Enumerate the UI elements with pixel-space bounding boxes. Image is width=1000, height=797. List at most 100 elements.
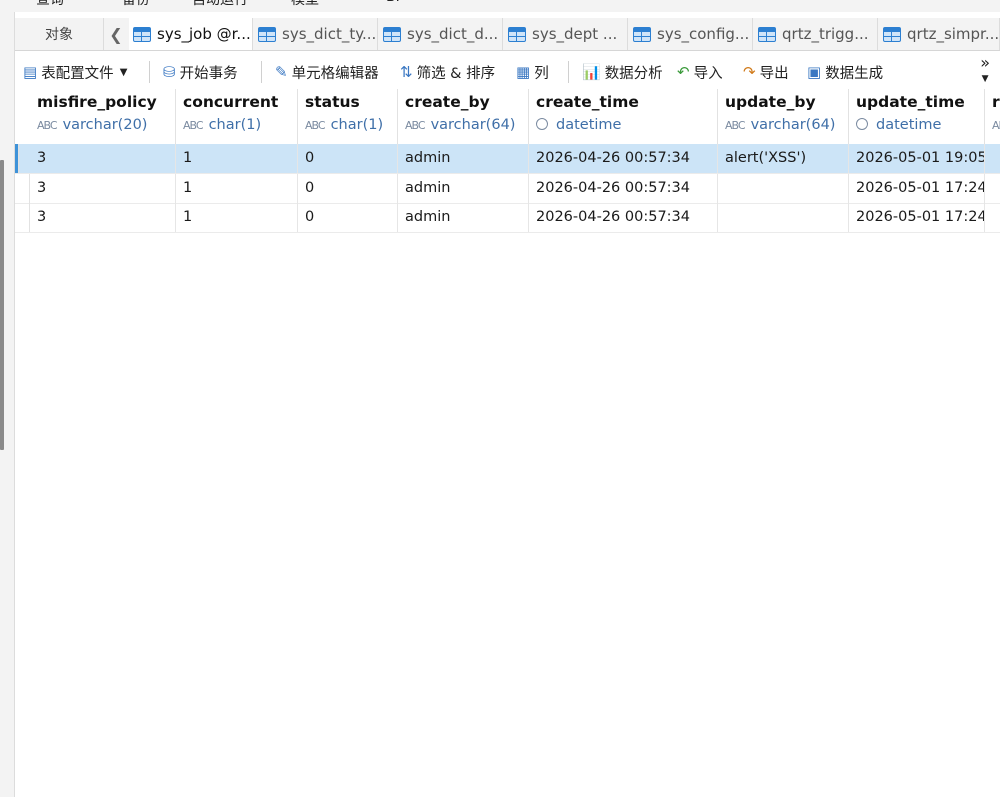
- cell-concurrent[interactable]: 1: [176, 174, 298, 203]
- table-icon: [508, 26, 526, 42]
- tab-qrtz-triggers[interactable]: qrtz_trigg...: [754, 18, 878, 50]
- table-row[interactable]: 3 1 0 admin 2026-04-26 00:57:34 alert('X…: [15, 144, 1000, 174]
- text-type-icon: ABC: [183, 119, 204, 132]
- column-header-concurrent[interactable]: concurrent ABC char(1): [176, 89, 298, 144]
- tab-scroll-left-icon[interactable]: ❮: [105, 18, 127, 50]
- cell-status[interactable]: 0: [298, 174, 398, 203]
- left-scrollbar[interactable]: [0, 160, 4, 450]
- cell-status[interactable]: 0: [298, 144, 398, 173]
- tab-label: sys_dict_d...: [407, 25, 499, 43]
- cell-create-by[interactable]: admin: [398, 144, 529, 173]
- menu-model[interactable]: 模型: [291, 0, 319, 9]
- cell-update-time[interactable]: 2026-05-01 17:24: [849, 174, 985, 203]
- tab-objects[interactable]: 对象: [15, 18, 104, 50]
- tab-sys-dept[interactable]: sys_dept ...: [504, 18, 628, 50]
- left-gutter: [0, 12, 15, 797]
- cell-remark[interactable]: [985, 203, 1000, 232]
- cell-create-time[interactable]: 2026-04-26 00:57:34: [529, 174, 718, 203]
- table-icon: [758, 26, 776, 42]
- column-header-update-by[interactable]: update_by ABC varchar(64): [718, 89, 849, 144]
- export-button[interactable]: ↷ 导出: [743, 55, 789, 89]
- cell-editor-button[interactable]: ✎ 单元格编辑器: [275, 55, 379, 89]
- table-row[interactable]: 3 1 0 admin 2026-04-26 00:57:34 2026-05-…: [15, 174, 1000, 204]
- tab-sys-job[interactable]: sys_job @r...: [129, 18, 253, 50]
- data-analysis-button[interactable]: 📊 数据分析: [582, 55, 663, 89]
- text-type-icon: ABC: [405, 119, 426, 132]
- chevron-down-icon: ▼: [119, 66, 128, 78]
- table-icon: [883, 26, 901, 42]
- cell-status[interactable]: 0: [298, 203, 398, 232]
- import-icon: ↶: [677, 63, 690, 81]
- clock-icon: [536, 118, 548, 130]
- filter-sort-button[interactable]: ⇅ 筛选 & 排序: [400, 55, 495, 89]
- top-menu-bar: 查询 备份 自动运行 模型 BI: [0, 0, 1000, 12]
- menu-automation[interactable]: 自动运行: [192, 0, 248, 9]
- cell-update-by[interactable]: [718, 174, 849, 203]
- text-type-icon: ABC: [992, 119, 1000, 132]
- tab-label: sys_job @r...: [157, 25, 251, 43]
- import-button[interactable]: ↶ 导入: [677, 55, 723, 89]
- cell-misfire-policy[interactable]: 3: [30, 203, 176, 232]
- cell-update-by[interactable]: alert('XSS'): [718, 144, 849, 173]
- columns-button[interactable]: ▦ 列: [516, 55, 549, 89]
- row-selector[interactable]: [15, 144, 19, 173]
- cell-concurrent[interactable]: 1: [176, 203, 298, 232]
- tab-sys-config[interactable]: sys_config...: [629, 18, 753, 50]
- table-config-icon: ▤: [23, 63, 38, 81]
- data-grid: misfire_policy ABC varchar(20) concurrent…: [15, 89, 1000, 797]
- table-icon: [258, 26, 276, 42]
- row-selector[interactable]: [15, 203, 30, 232]
- filter-sort-icon: ⇅: [400, 63, 413, 81]
- menu-query[interactable]: 查询: [36, 0, 64, 9]
- columns-grid-icon: ▦: [516, 63, 531, 81]
- cell-create-time[interactable]: 2026-04-26 00:57:34: [529, 203, 718, 232]
- data-generation-icon: ▣: [807, 63, 822, 81]
- text-type-icon: ABC: [725, 119, 746, 132]
- tab-label: qrtz_simpr...: [907, 25, 1000, 43]
- table-icon: [633, 26, 651, 42]
- toolbar-overflow-button[interactable]: » ▼: [980, 55, 990, 87]
- column-header-remark[interactable]: r ABC: [985, 89, 1000, 144]
- toolbar: ▤ 表配置文件 ▼ ⛁ 开始事务 ✎ 单元格编辑器 ⇅ 筛选 & 排序 ▦ 列 …: [15, 55, 1000, 89]
- cell-create-by[interactable]: admin: [398, 174, 529, 203]
- tab-sys-dict-type[interactable]: sys_dict_ty...: [254, 18, 378, 50]
- table-config-button[interactable]: ▤ 表配置文件 ▼: [23, 55, 127, 89]
- column-header-create-by[interactable]: create_by ABC varchar(64): [398, 89, 529, 144]
- menu-backup[interactable]: 备份: [122, 0, 150, 9]
- table-row[interactable]: 3 1 0 admin 2026-04-26 00:57:34 2026-05-…: [15, 203, 1000, 233]
- grid-header: misfire_policy ABC varchar(20) concurrent…: [15, 89, 1000, 145]
- cell-misfire-policy[interactable]: 3: [30, 174, 176, 203]
- cell-concurrent[interactable]: 1: [176, 144, 298, 173]
- cell-remark[interactable]: [985, 174, 1000, 203]
- tab-strip: 对象 ❮ sys_job @r... sys_dict_ty... sys_di…: [15, 18, 1000, 51]
- double-chevron-icon: »: [980, 53, 990, 72]
- table-icon: [383, 26, 401, 42]
- row-selector[interactable]: [15, 174, 30, 203]
- table-icon: [133, 26, 151, 42]
- cell-create-time[interactable]: 2026-04-26 00:57:34: [529, 144, 718, 173]
- export-icon: ↷: [743, 63, 756, 81]
- pencil-icon: ✎: [275, 63, 288, 81]
- cell-misfire-policy[interactable]: 3: [30, 144, 176, 173]
- clock-icon: [856, 118, 868, 130]
- text-type-icon: ABC: [37, 119, 58, 132]
- tab-qrtz-simprop[interactable]: qrtz_simpr...: [879, 18, 1000, 50]
- cell-create-by[interactable]: admin: [398, 203, 529, 232]
- cell-update-time[interactable]: 2026-05-01 19:05: [849, 144, 985, 173]
- tab-label: sys_config...: [657, 25, 750, 43]
- cell-update-time[interactable]: 2026-05-01 17:24: [849, 203, 985, 232]
- column-header-status[interactable]: status ABC char(1): [298, 89, 398, 144]
- chevron-down-icon: ▼: [981, 74, 989, 84]
- column-header-update-time[interactable]: update_time datetime: [849, 89, 985, 144]
- database-icon: ⛁: [163, 63, 176, 81]
- begin-transaction-button[interactable]: ⛁ 开始事务: [163, 55, 238, 89]
- cell-update-by[interactable]: [718, 203, 849, 232]
- bar-chart-icon: 📊: [582, 63, 601, 81]
- cell-remark[interactable]: [985, 144, 1000, 173]
- menu-bi[interactable]: BI: [386, 0, 400, 5]
- column-header-misfire-policy[interactable]: misfire_policy ABC varchar(20): [30, 89, 176, 144]
- text-type-icon: ABC: [305, 119, 326, 132]
- column-header-create-time[interactable]: create_time datetime: [529, 89, 718, 144]
- tab-sys-dict-data[interactable]: sys_dict_d...: [379, 18, 503, 50]
- data-generation-button[interactable]: ▣ 数据生成: [807, 55, 883, 89]
